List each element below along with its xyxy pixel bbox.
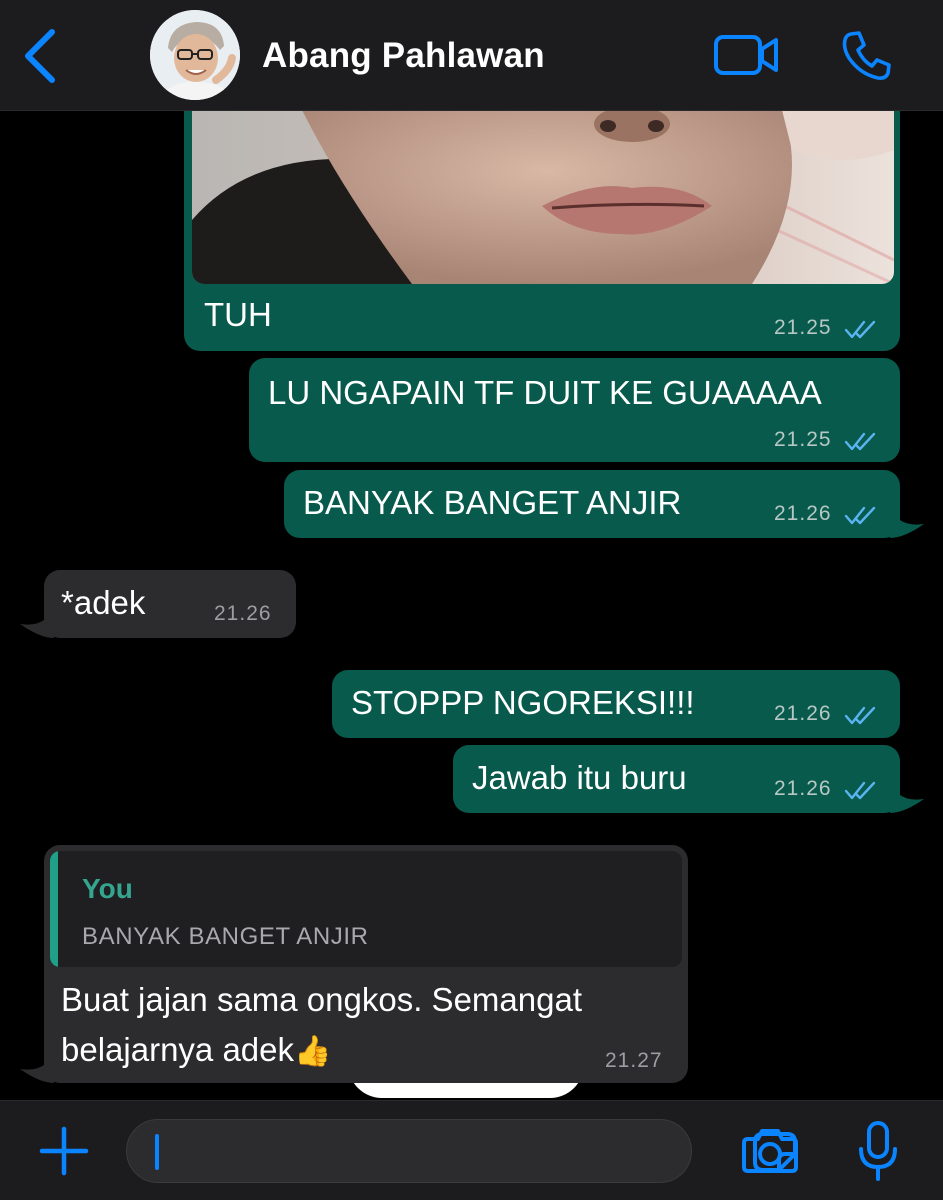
message-caption: TUH bbox=[204, 296, 272, 333]
message-time: 21.26 bbox=[774, 702, 832, 725]
message-bubble-incoming[interactable]: You BANYAK BANGET ANJIR Buat jajan sama … bbox=[44, 845, 688, 1083]
message-text: Jawab itu buru bbox=[472, 759, 687, 796]
message-bubble-incoming[interactable]: *adek 21.26 bbox=[44, 570, 296, 638]
contact-name[interactable]: Abang Pahlawan bbox=[262, 36, 545, 76]
photo-image bbox=[192, 110, 894, 284]
message-time: 21.26 bbox=[214, 602, 272, 625]
message-text: STOPPP NGOREKSI!!! bbox=[351, 684, 695, 721]
message-time: 21.25 bbox=[774, 428, 832, 451]
message-time: 21.26 bbox=[774, 777, 832, 800]
read-ticks-icon bbox=[844, 432, 876, 451]
chat-header: Abang Pahlawan bbox=[0, 0, 943, 111]
chat-screen: Abang Pahlawan TUH 21.25 LU NGAPAIN TF D… bbox=[0, 0, 943, 1200]
video-camera-icon bbox=[714, 35, 778, 75]
message-bubble-outgoing[interactable]: LU NGAPAIN TF DUIT KE GUAAAAA 21.25 bbox=[249, 358, 900, 462]
quote-text: BANYAK BANGET ANJIR bbox=[82, 923, 369, 950]
thumbs-up-emoji: 👍 bbox=[294, 1035, 332, 1068]
message-bubble-outgoing[interactable]: Jawab itu buru 21.26 bbox=[453, 745, 900, 813]
video-call-button[interactable] bbox=[712, 30, 782, 80]
message-text: BANYAK BANGET ANJIR bbox=[303, 484, 682, 521]
message-text-line2: belajarnya adek👍 bbox=[61, 1031, 331, 1069]
bubble-tail bbox=[20, 1049, 54, 1083]
message-text: LU NGAPAIN TF DUIT KE GUAAAAA bbox=[268, 374, 822, 411]
read-ticks-icon bbox=[844, 781, 876, 800]
bubble-tail bbox=[890, 779, 924, 813]
text-caret bbox=[155, 1134, 159, 1170]
composer-bar bbox=[0, 1100, 943, 1200]
message-bubble-outgoing[interactable]: BANYAK BANGET ANJIR 21.26 bbox=[284, 470, 900, 538]
message-time: 21.25 bbox=[774, 316, 832, 339]
message-time: 21.27 bbox=[605, 1049, 663, 1072]
avatar[interactable] bbox=[150, 10, 240, 100]
phone-icon bbox=[842, 31, 891, 80]
avatar-image bbox=[150, 10, 240, 100]
back-button[interactable] bbox=[18, 26, 66, 86]
quoted-message[interactable]: You BANYAK BANGET ANJIR bbox=[50, 851, 682, 967]
message-bubble-outgoing[interactable]: TUH 21.25 bbox=[184, 90, 900, 351]
bubble-tail bbox=[20, 604, 54, 638]
message-time: 21.26 bbox=[774, 502, 832, 525]
read-ticks-icon bbox=[844, 706, 876, 725]
read-ticks-icon bbox=[844, 506, 876, 525]
plus-icon bbox=[39, 1126, 89, 1176]
chevron-left-icon bbox=[25, 29, 55, 83]
bubble-tail bbox=[890, 504, 924, 538]
voice-message-button[interactable] bbox=[856, 1119, 900, 1183]
microphone-icon bbox=[859, 1121, 897, 1181]
camera-button[interactable] bbox=[740, 1125, 800, 1177]
attach-button[interactable] bbox=[38, 1125, 90, 1177]
message-text-line2-text: belajarnya adek bbox=[61, 1031, 294, 1068]
camera-icon bbox=[742, 1129, 798, 1173]
photo-attachment[interactable] bbox=[192, 110, 894, 284]
message-text: *adek bbox=[61, 584, 146, 621]
voice-call-button[interactable] bbox=[838, 28, 894, 84]
message-bubble-outgoing[interactable]: STOPPP NGOREKSI!!! 21.26 bbox=[332, 670, 900, 738]
quote-accent-bar bbox=[50, 851, 58, 967]
read-ticks-icon bbox=[844, 320, 876, 339]
quote-author: You bbox=[82, 873, 133, 904]
message-text-line1: Buat jajan sama ongkos. Semangat bbox=[61, 981, 582, 1018]
message-input[interactable] bbox=[126, 1119, 797, 1183]
